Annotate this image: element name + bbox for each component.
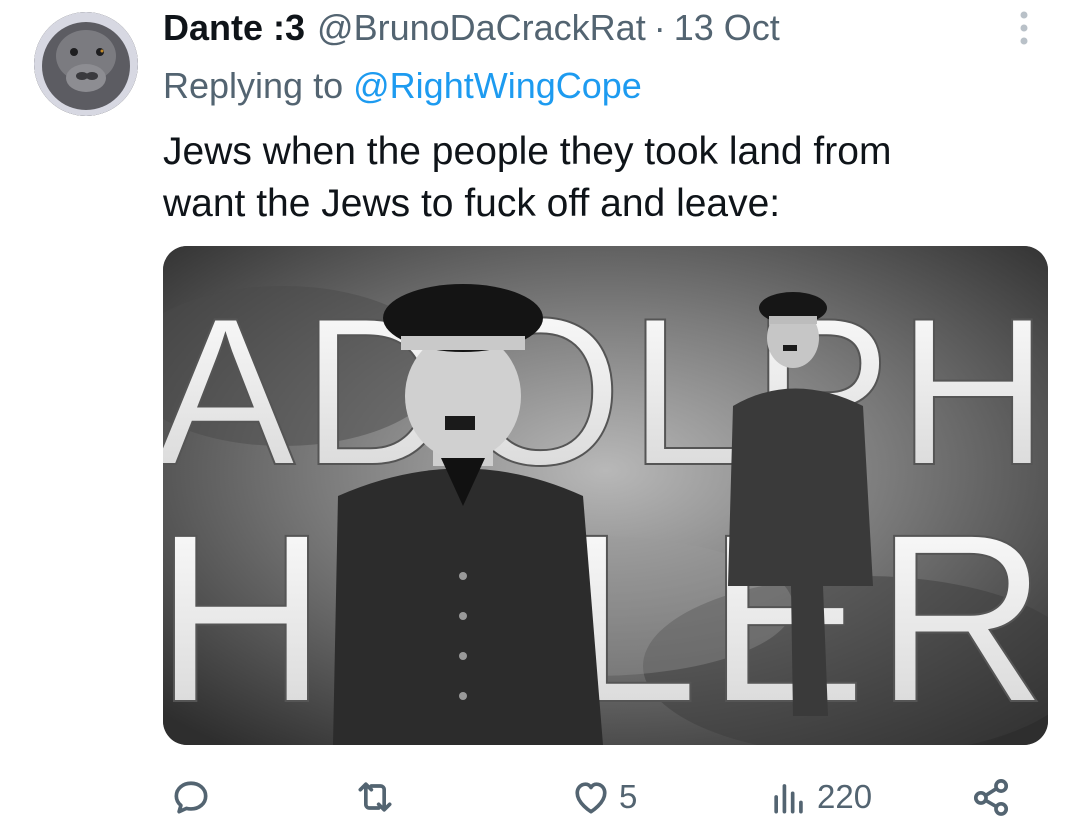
media-illustration: ADOLPH HITLER <box>163 246 1048 745</box>
share-button[interactable] <box>969 772 1013 822</box>
user-handle[interactable]: @BrunoDaCrackRat <box>317 6 646 50</box>
like-button[interactable]: 5 <box>569 772 637 822</box>
tweet-text-line: Jews when the people they took land from <box>163 130 892 173</box>
more-options-button[interactable] <box>1010 8 1038 48</box>
share-icon <box>973 779 1009 816</box>
retweet-icon <box>358 782 392 812</box>
media-title-top: ADOLPH <box>163 274 1048 509</box>
tweet-date[interactable]: 13 Oct <box>674 6 780 50</box>
tweet-text: Jews when the people they took land from… <box>163 126 1043 230</box>
replying-to-label: Replying to <box>163 65 344 106</box>
tweet-text-line: want the Jews to fuck off and leave: <box>163 182 781 225</box>
separator-dot: · <box>653 7 666 48</box>
media-title-bottom: HITLER <box>163 484 1048 745</box>
reply-button[interactable] <box>169 772 219 822</box>
retweet-button[interactable] <box>351 772 405 822</box>
more-icon <box>1020 11 1028 45</box>
like-count: 5 <box>619 778 638 815</box>
tweet-actions-bar: 5 220 <box>163 772 1048 822</box>
display-name[interactable]: Dante :3 <box>163 6 305 50</box>
views-button[interactable]: 220 <box>767 772 872 822</box>
heart-icon <box>575 782 607 814</box>
replying-to-mention[interactable]: @RightWingCope <box>353 65 642 106</box>
views-count: 220 <box>817 778 873 815</box>
replying-to: Replying to @RightWingCope <box>163 64 642 108</box>
avatar-image <box>34 12 138 116</box>
avatar[interactable] <box>34 12 138 116</box>
reply-icon <box>174 781 208 814</box>
tweet-media-image[interactable]: ADOLPH HITLER <box>163 246 1048 745</box>
tweet-header: Dante :3 @BrunoDaCrackRat · 13 Oct <box>163 6 780 50</box>
views-icon <box>774 784 803 814</box>
